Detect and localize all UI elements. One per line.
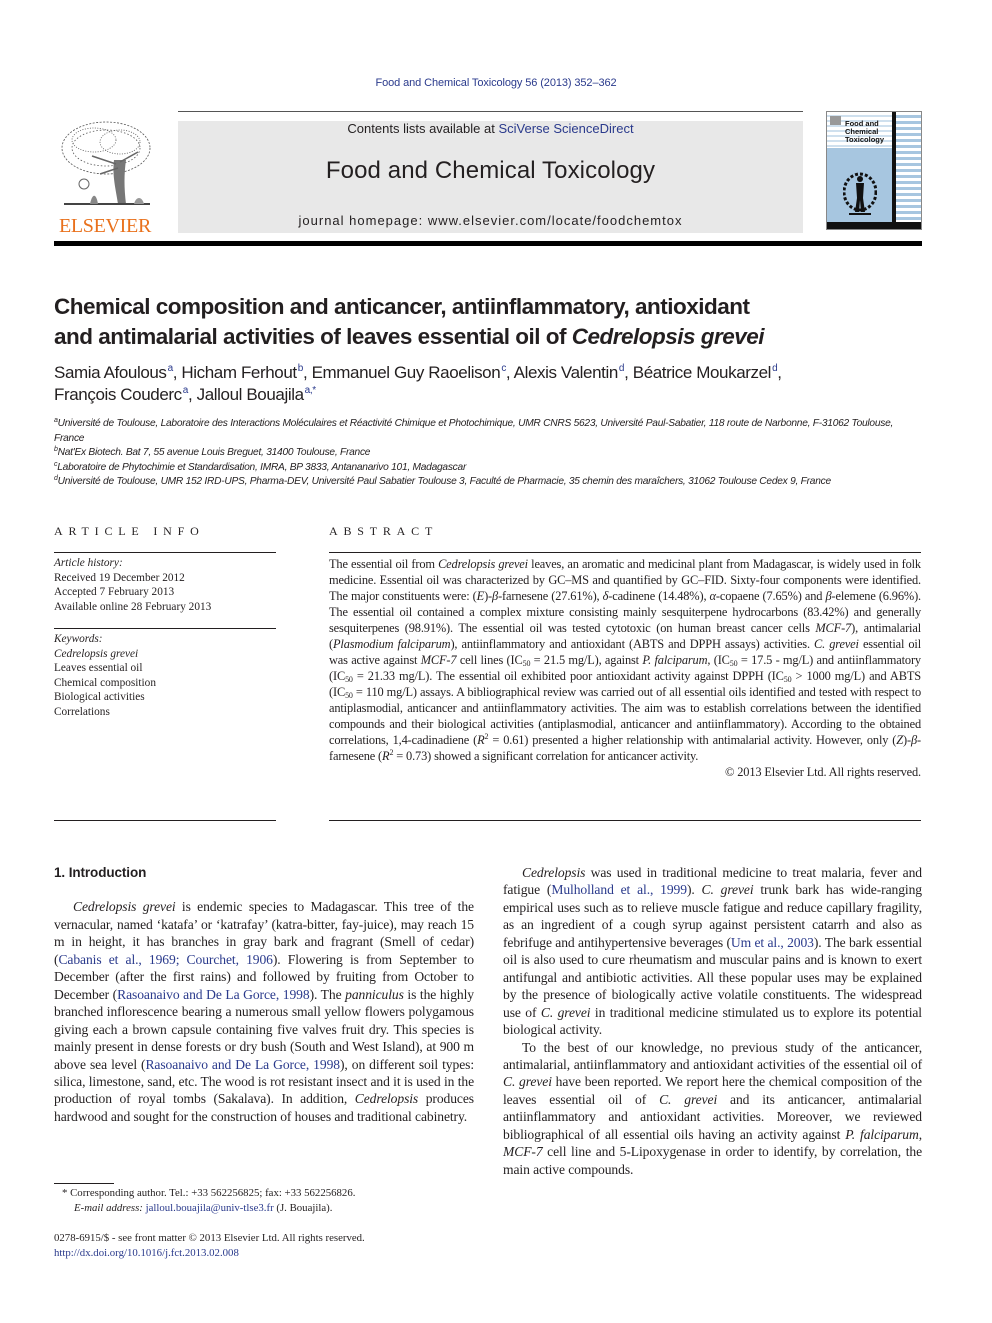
keyword: Chemical composition bbox=[54, 676, 156, 689]
cover-elsevier-mini-logo bbox=[830, 116, 841, 125]
journal-homepage[interactable]: journal homepage: www.elsevier.com/locat… bbox=[178, 213, 803, 228]
affiliation-c: cLaboratoire de Phytochimie et Standardi… bbox=[54, 461, 924, 476]
cover-title: Food and Chemical Toxicology bbox=[845, 120, 884, 144]
elsevier-wordmark: ELSEVIER bbox=[58, 215, 152, 237]
author-affiliation-marker[interactable]: b bbox=[298, 363, 304, 374]
keywords: Keywords: Cedrelopsis grevei Leaves esse… bbox=[54, 632, 276, 720]
keyword: Biological activities bbox=[54, 691, 145, 704]
cover-title-line: Toxicology bbox=[845, 135, 885, 144]
masthead-top-rule bbox=[178, 111, 803, 112]
elsevier-logo[interactable]: ELSEVIER bbox=[54, 118, 156, 236]
affiliation-a: aUniversité de Toulouse, Laboratoire des… bbox=[54, 417, 924, 446]
contents-prefix: Contents lists available at bbox=[347, 121, 499, 136]
citation-link[interactable]: Rasoanaivo and De La Gorce, 1998 bbox=[117, 987, 310, 1002]
abstract-body: The essential oil from Cedrelopsis greve… bbox=[329, 557, 922, 763]
journal-cover-thumbnail[interactable]: Food and Chemical Toxicology bbox=[826, 111, 922, 230]
keyword: Correlations bbox=[54, 705, 110, 718]
author[interactable]: Hicham Ferhout bbox=[181, 363, 297, 382]
abstract-rule bbox=[329, 552, 921, 553]
sciencedirect-link[interactable]: SciVerse ScienceDirect bbox=[498, 121, 633, 136]
article-history: Article history: Received 19 December 20… bbox=[54, 556, 276, 614]
email-label: E-mail address: bbox=[74, 1201, 143, 1214]
author[interactable]: Jalloul Bouajila bbox=[197, 385, 304, 404]
citation-link[interactable]: Mulholland et al., 1999 bbox=[551, 882, 687, 897]
history-accepted: Accepted 7 February 2013 bbox=[54, 586, 175, 599]
doi-link[interactable]: http://dx.doi.org/10.1016/j.fct.2013.02.… bbox=[54, 1246, 484, 1261]
body-column-left: 1. Introduction Cedrelopsis grevei is en… bbox=[54, 864, 474, 1125]
article-info-bottom-rule bbox=[54, 820, 276, 821]
article-history-label: Article history: bbox=[54, 557, 123, 569]
citation-link[interactable]: Rasoanaivo and De La Gorce, 1998 bbox=[145, 1057, 340, 1072]
affiliations: aUniversité de Toulouse, Laboratoire des… bbox=[54, 417, 924, 490]
email-line: E-mail address: jalloul.bouajila@univ-tl… bbox=[62, 1201, 482, 1216]
citation-link[interactable]: Cabanis et al., 1969; Courchet, 1906 bbox=[58, 952, 273, 967]
intro-paragraph-2: Cedrelopsis was used in traditional medi… bbox=[503, 865, 923, 1038]
keywords-label: Keywords: bbox=[54, 633, 103, 645]
cover-stripes bbox=[896, 112, 921, 229]
cover-bottom-band bbox=[827, 222, 921, 229]
affiliation-text: Université de Toulouse, UMR 152 IRD-UPS,… bbox=[57, 476, 831, 487]
keyword: Cedrelopsis grevei bbox=[54, 647, 139, 660]
author[interactable]: Alexis Valentin bbox=[514, 363, 619, 382]
abstract-copyright: © 2013 Elsevier Ltd. All rights reserved… bbox=[725, 765, 921, 779]
author[interactable]: François Couderc bbox=[54, 385, 182, 404]
affiliation-text: Université de Toulouse, Laboratoire des … bbox=[54, 418, 894, 444]
author[interactable]: Emmanuel Guy Raoelison bbox=[312, 363, 501, 382]
author-list: Samia Afoulous a, Hicham Ferhout b, Emma… bbox=[54, 363, 782, 404]
history-received: Received 19 December 2012 bbox=[54, 571, 185, 584]
affiliation-text: Nat'Ex Biotech. Bat 7, 55 avenue Louis B… bbox=[57, 447, 371, 458]
author-affiliation-marker[interactable]: a bbox=[168, 363, 174, 374]
keywords-rule bbox=[54, 628, 276, 629]
abstract-heading: ABSTRACT bbox=[329, 524, 439, 538]
title-species: Cedrelopsis grevei bbox=[571, 324, 765, 349]
article-info-heading: ARTICLE INFO bbox=[54, 524, 205, 538]
masthead-bottom-rule bbox=[54, 241, 922, 246]
author-affiliation-marker[interactable]: c bbox=[501, 363, 506, 374]
article-title: Chemical composition and anticancer, ant… bbox=[54, 292, 854, 352]
citation-link[interactable]: Um et al., 2003 bbox=[731, 935, 814, 950]
history-online: Available online 28 February 2013 bbox=[54, 600, 212, 613]
cover-human-figure-icon bbox=[843, 172, 877, 215]
title-line-2: and antimalarial activities of leaves es… bbox=[54, 324, 572, 349]
article-info-rule bbox=[54, 552, 276, 553]
affiliation-b: bNat'Ex Biotech. Bat 7, 55 avenue Louis … bbox=[54, 446, 924, 461]
abstract-text: The essential oil from Cedrelopsis greve… bbox=[329, 556, 921, 780]
author-affiliation-marker[interactable]: a bbox=[183, 385, 189, 396]
author-affiliation-marker[interactable]: a,* bbox=[305, 385, 316, 396]
email-suffix: (J. Bouajila). bbox=[273, 1201, 333, 1214]
affiliation-d: dUniversité de Toulouse, UMR 152 IRD-UPS… bbox=[54, 475, 924, 490]
masthead-banner: Contents lists available at SciVerse Sci… bbox=[178, 121, 803, 233]
title-line-1: Chemical composition and anticancer, ant… bbox=[54, 294, 750, 319]
affiliation-text: Laboratoire de Phytochimie et Standardis… bbox=[57, 461, 467, 473]
intro-paragraph-3: To the best of our knowledge, no previou… bbox=[503, 1039, 922, 1177]
journal-title: Food and Chemical Toxicology bbox=[325, 157, 656, 184]
intro-paragraph-1: Cedrelopsis grevei is endemic species to… bbox=[54, 899, 475, 1124]
body-column-right: Cedrelopsis was used in traditional medi… bbox=[503, 864, 922, 1178]
contents-availability: Contents lists available at SciVerse Sci… bbox=[178, 121, 803, 137]
running-head[interactable]: Food and Chemical Toxicology 56 (2013) 3… bbox=[0, 77, 992, 89]
author-affiliation-marker[interactable]: d bbox=[619, 363, 625, 374]
keyword: Leaves essential oil bbox=[54, 662, 143, 675]
corresponding-author-footnote: * Corresponding author. Tel.: +33 562256… bbox=[62, 1186, 482, 1215]
issn-line: 0278-6915/$ - see front matter © 2013 El… bbox=[54, 1232, 365, 1244]
front-matter: 0278-6915/$ - see front matter © 2013 El… bbox=[54, 1231, 484, 1260]
email-link[interactable]: jalloul.bouajila@univ-tlse3.fr bbox=[146, 1202, 274, 1214]
footnote-rule bbox=[54, 1183, 114, 1184]
author[interactable]: Béatrice Moukarzel bbox=[633, 363, 772, 382]
elsevier-tree-icon bbox=[61, 121, 151, 205]
abstract-bottom-rule bbox=[329, 820, 921, 821]
section-heading-introduction: 1. Introduction bbox=[54, 865, 147, 880]
author-affiliation-marker[interactable]: d bbox=[772, 363, 778, 374]
author[interactable]: Samia Afoulous bbox=[54, 363, 167, 382]
cover-vertical-bar bbox=[892, 112, 896, 224]
corresponding-author-contact: * Corresponding author. Tel.: +33 562256… bbox=[62, 1187, 356, 1199]
